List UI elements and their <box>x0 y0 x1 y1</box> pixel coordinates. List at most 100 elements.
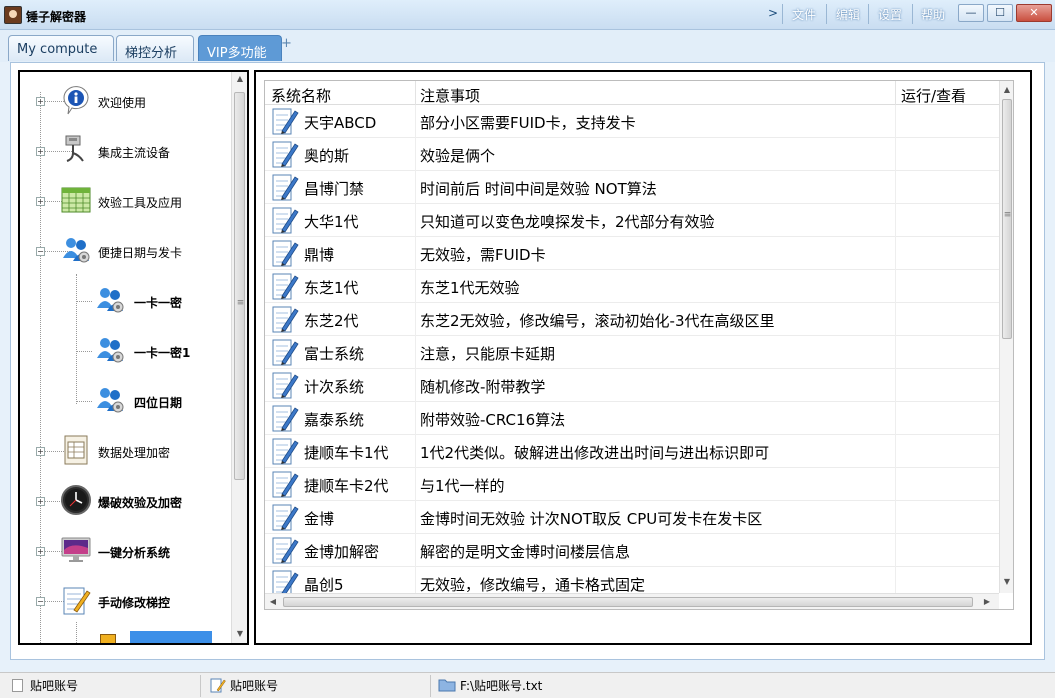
cell-divider <box>415 105 416 138</box>
run-view-cell[interactable] <box>896 237 999 270</box>
scrollbar-thumb[interactable]: ≡ <box>1002 99 1012 339</box>
expand-icon[interactable]: + <box>36 497 45 506</box>
notes-cell: 部分小区需要FUID卡，支持发卡 <box>420 114 636 132</box>
collapse-icon[interactable]: − <box>36 247 45 256</box>
notes-cell: 解密的是明文金博时间楼层信息 <box>420 543 631 561</box>
table-row[interactable]: 东芝2代 东芝2无效验，修改编号，滚动初始化-3代在高级区里 <box>265 303 999 336</box>
run-view-cell[interactable] <box>896 435 999 468</box>
expand-icon[interactable]: + <box>36 547 45 556</box>
scroll-down-icon[interactable]: ▼ <box>232 627 247 641</box>
tree-item-label: 一卡一密1 <box>134 346 191 360</box>
column-header-system-name[interactable]: 系统名称 <box>271 85 331 106</box>
run-view-cell[interactable] <box>896 105 999 138</box>
table-row[interactable]: 富士系统 注意，只能原卡延期 <box>265 336 999 369</box>
notepad-pencil-icon <box>271 139 299 169</box>
menu-edit[interactable]: 编辑 <box>836 6 860 23</box>
navigation-tree: + 欢迎使用 + 集成主流设备 + 效验工具及应用 − 便捷日期与发卡 一卡一密… <box>18 70 249 645</box>
table-row[interactable]: 鼎博 无效验，需FUID卡 <box>265 237 999 270</box>
table-row[interactable]: 金博 金博时间无效验 计次NOT取反 CPU可发卡在发卡区 <box>265 501 999 534</box>
run-view-cell[interactable] <box>896 402 999 435</box>
tree-item-manual-edit[interactable]: − 手动修改梯控 <box>34 584 239 620</box>
table-row[interactable]: 计次系统 随机修改-附带教学 <box>265 369 999 402</box>
chevron-right-icon[interactable]: > <box>768 6 778 20</box>
table-row[interactable]: 昌博门禁 时间前后 时间中间是效验 NOT算法 <box>265 171 999 204</box>
run-view-cell[interactable] <box>896 303 999 336</box>
scroll-up-icon[interactable]: ▲ <box>1000 83 1013 97</box>
close-button[interactable]: ✕ <box>1016 4 1052 22</box>
cell-divider <box>415 501 416 534</box>
run-view-cell[interactable] <box>896 138 999 171</box>
tree-item-brute-force[interactable]: + 爆破效验及加密 <box>34 484 239 520</box>
notepad-pencil-icon <box>271 436 299 466</box>
maximize-button[interactable]: ☐ <box>987 4 1013 22</box>
monitor-icon <box>61 537 91 562</box>
add-tab-button[interactable]: + <box>281 36 292 51</box>
table-row[interactable]: 天宇ABCD 部分小区需要FUID卡，支持发卡 <box>265 105 999 138</box>
run-view-cell[interactable] <box>896 534 999 567</box>
minimize-button[interactable]: — <box>958 4 984 22</box>
scrollbar-thumb[interactable]: ≡ <box>234 92 245 480</box>
run-view-cell[interactable] <box>896 336 999 369</box>
tree-item-data-encrypt[interactable]: + 数据处理加密 <box>34 434 239 470</box>
scroll-left-icon[interactable]: ◀ <box>267 595 279 609</box>
run-view-cell[interactable] <box>896 468 999 501</box>
expand-icon[interactable]: + <box>36 197 45 206</box>
title-bar: 锤子解密器 > 文件 编辑 设置 帮助 — ☐ ✕ <box>0 0 1055 30</box>
table-row[interactable]: 捷顺车卡2代 与1代一样的 <box>265 468 999 501</box>
list-horizontal-scrollbar[interactable]: ◀ ▶ <box>265 593 999 609</box>
run-view-cell[interactable] <box>896 270 999 303</box>
users-gear-icon <box>97 388 124 413</box>
run-view-cell[interactable] <box>896 171 999 204</box>
table-row[interactable]: 东芝1代 东芝1代无效验 <box>265 270 999 303</box>
notes-cell: 只知道可以变色龙嗅探发卡，2代部分有效验 <box>420 213 715 231</box>
expand-icon[interactable]: + <box>36 97 45 106</box>
system-name-cell: 捷顺车卡1代 <box>304 444 389 462</box>
menu-separator <box>912 4 913 24</box>
table-row[interactable]: 嘉泰系统 附带效验-CRC16算法 <box>265 402 999 435</box>
tree-item-four-digit-date[interactable]: 四位日期 <box>70 384 247 420</box>
tab-vip[interactable]: VIP多功能 <box>198 35 282 61</box>
system-name-cell: 奥的斯 <box>304 147 350 165</box>
expand-icon[interactable]: + <box>36 147 45 156</box>
tree-item-one-card-one-key[interactable]: 一卡一密 <box>70 284 247 320</box>
table-row[interactable]: 捷顺车卡1代 1代2代类似。破解进出修改进出时间与进出标识即可 <box>265 435 999 468</box>
tab-elevator-analysis[interactable]: 梯控分析 <box>116 35 194 61</box>
tree-item-dates-cards[interactable]: − 便捷日期与发卡 <box>34 234 239 270</box>
tree-item-devices[interactable]: + 集成主流设备 <box>34 134 239 170</box>
collapse-icon[interactable]: − <box>36 597 45 606</box>
tree-item-check-tools[interactable]: + 效验工具及应用 <box>34 184 239 220</box>
system-name-cell: 鼎博 <box>304 246 335 264</box>
scrollbar-thumb[interactable] <box>283 597 973 607</box>
expand-icon[interactable]: + <box>36 447 45 456</box>
tree-item-welcome[interactable]: + 欢迎使用 <box>34 84 239 120</box>
status-separator <box>200 675 201 697</box>
table-row[interactable]: 金博加解密 解密的是明文金博时间楼层信息 <box>265 534 999 567</box>
tree-item-one-card-one-key-1[interactable]: 一卡一密1 <box>70 334 247 370</box>
menu-settings[interactable]: 设置 <box>878 6 902 23</box>
table-row[interactable]: 奥的斯 效验是俩个 <box>265 138 999 171</box>
tab-my-compute[interactable]: My compute <box>8 35 114 61</box>
selected-tree-item[interactable] <box>130 631 212 643</box>
cell-divider <box>415 270 416 303</box>
tree-item-label: 欢迎使用 <box>98 96 147 110</box>
run-view-cell[interactable] <box>896 204 999 237</box>
notes-cell: 东芝2无效验，修改编号，滚动初始化-3代在高级区里 <box>420 312 775 330</box>
column-divider[interactable] <box>415 81 416 105</box>
system-name-cell: 东芝2代 <box>304 312 359 330</box>
scroll-down-icon[interactable]: ▼ <box>1000 575 1013 589</box>
menu-file[interactable]: 文件 <box>792 6 816 23</box>
list-vertical-scrollbar[interactable]: ▲ ≡ ▼ <box>999 81 1013 593</box>
column-header-notes[interactable]: 注意事项 <box>420 85 480 106</box>
column-divider[interactable] <box>895 81 896 105</box>
column-header-run-view[interactable]: 运行/查看 <box>901 85 966 106</box>
run-view-cell[interactable] <box>896 369 999 402</box>
table-row[interactable]: 大华1代 只知道可以变色龙嗅探发卡，2代部分有效验 <box>265 204 999 237</box>
menu-help[interactable]: 帮助 <box>921 6 945 23</box>
notes-cell: 与1代一样的 <box>420 477 505 495</box>
tree-item-one-click-analysis[interactable]: + 一键分析系统 <box>34 534 239 570</box>
tree-scrollbar[interactable]: ▲ ≡ ▼ <box>231 72 247 643</box>
scroll-right-icon[interactable]: ▶ <box>981 595 993 609</box>
run-view-cell[interactable] <box>896 501 999 534</box>
scroll-up-icon[interactable]: ▲ <box>232 72 247 86</box>
users-gear-icon <box>63 238 90 263</box>
